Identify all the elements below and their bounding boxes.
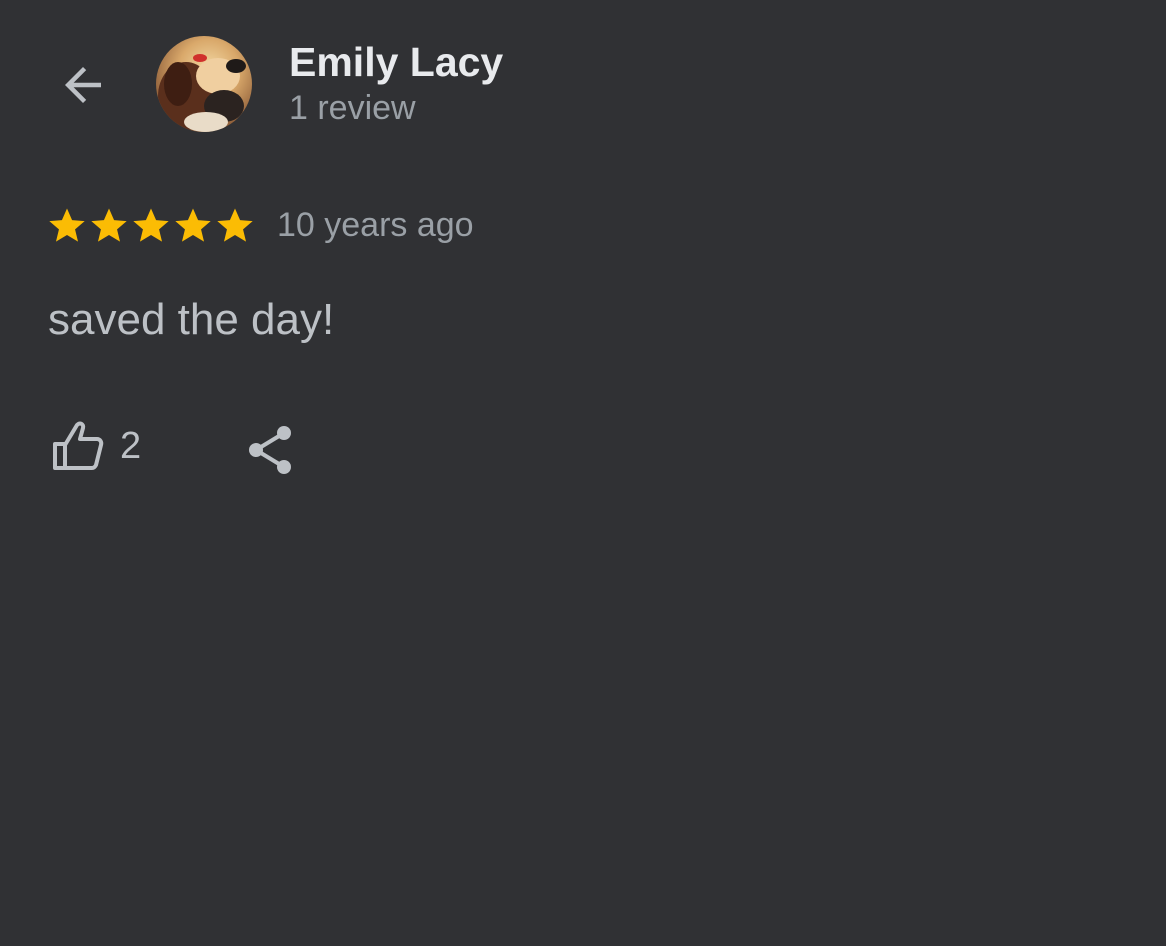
- star-rating: [46, 204, 256, 246]
- reviewer-name[interactable]: Emily Lacy: [289, 38, 503, 86]
- avatar-photo: [156, 36, 252, 132]
- star-icon: [133, 208, 169, 242]
- star-icon: [175, 208, 211, 242]
- like-button[interactable]: 2: [50, 418, 141, 474]
- avatar[interactable]: [156, 36, 252, 132]
- star-icon: [49, 208, 85, 242]
- star-icon: [91, 208, 127, 242]
- review-detail-page: Emily Lacy 1 review 10 years ago saved t…: [0, 0, 1166, 946]
- review-text: saved the day!: [48, 295, 335, 344]
- thumbs-up-icon: [53, 421, 104, 470]
- star-icon: [217, 208, 253, 242]
- arrow-left-icon: [65, 67, 101, 103]
- share-icon: [249, 426, 291, 474]
- share-button[interactable]: [244, 422, 296, 478]
- review-count: 1 review: [289, 89, 416, 127]
- like-count: 2: [120, 425, 142, 467]
- back-button[interactable]: [50, 52, 116, 118]
- review-date: 10 years ago: [277, 206, 474, 244]
